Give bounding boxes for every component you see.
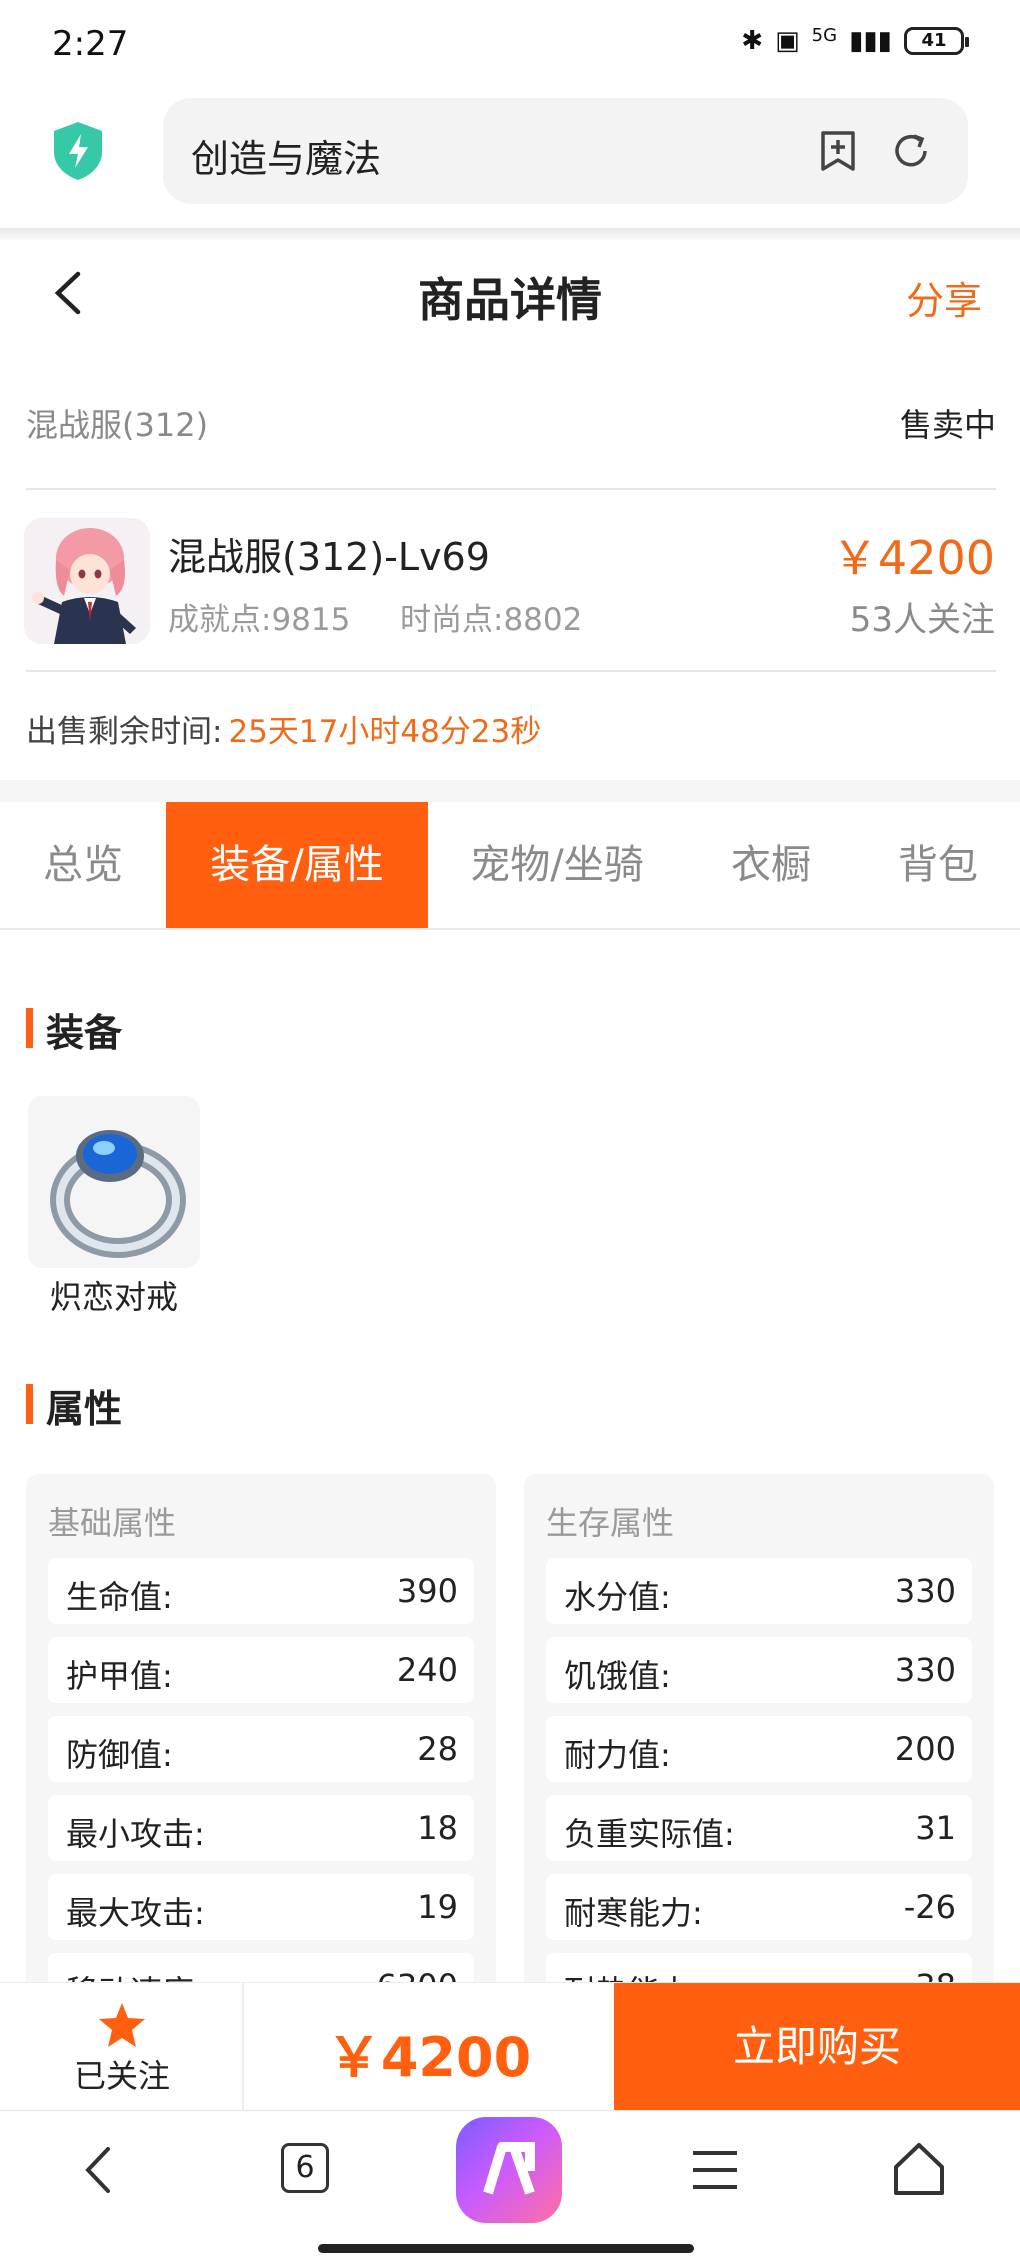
character-portrait-image bbox=[24, 518, 150, 644]
attribute-key: 生命值: bbox=[66, 1578, 173, 1616]
star-icon bbox=[99, 2003, 145, 2047]
attribute-value: 19 bbox=[417, 1888, 458, 1926]
signal-icon: ▮▮▮ bbox=[849, 26, 892, 56]
server-name: 混战服(312) bbox=[26, 406, 209, 444]
attribute-row: 最小攻击: 18 bbox=[48, 1795, 474, 1861]
bottom-price: ￥4200 bbox=[326, 2026, 532, 2089]
attribute-value: 240 bbox=[396, 1651, 458, 1689]
share-button[interactable]: 分享 bbox=[906, 270, 982, 325]
basic-attributes-panel: 基础属性 生命值: 390 护甲值: 240 防御值: 28 最小攻击: 18 最大攻击… bbox=[26, 1474, 496, 1994]
status-bar: 2:27 ✱ ▣ 5G ▮▮▮ 41 bbox=[0, 0, 1020, 90]
toolbar-shadow bbox=[0, 228, 1020, 240]
attribute-row: 负重实际值: 31 bbox=[546, 1795, 972, 1861]
menu-icon[interactable] bbox=[680, 2135, 750, 2205]
attributes-section-title: 属性 bbox=[26, 1378, 122, 1433]
refresh-icon[interactable] bbox=[890, 130, 932, 172]
attribute-key: 护甲值: bbox=[66, 1657, 173, 1695]
attribute-row: 耐寒能力: -26 bbox=[546, 1874, 972, 1940]
attribute-value: 28 bbox=[417, 1730, 458, 1768]
ai-logo-icon bbox=[483, 2142, 535, 2195]
tabs-count-button[interactable]: 6 bbox=[281, 2143, 329, 2193]
attribute-key: 饥饿值: bbox=[564, 1657, 671, 1695]
home-icon[interactable] bbox=[884, 2135, 954, 2205]
achievement-points: 成就点:9815 bbox=[168, 602, 351, 638]
attribute-value: 18 bbox=[417, 1809, 458, 1847]
tab-overview[interactable]: 总览 bbox=[0, 802, 166, 928]
follow-label: 已关注 bbox=[73, 2057, 170, 2095]
section-gap bbox=[0, 780, 1020, 802]
attribute-key: 耐力值: bbox=[564, 1736, 671, 1774]
attribute-key: 水分值: bbox=[564, 1578, 671, 1616]
ring-icon bbox=[50, 1130, 186, 1258]
survival-attributes-panel: 生存属性 水分值: 330 饥饿值: 330 耐力值: 200 负重实际值: 31 耐寒… bbox=[524, 1474, 994, 1994]
attribute-value: 330 bbox=[894, 1572, 956, 1610]
tab-wardrobe[interactable]: 衣橱 bbox=[686, 802, 856, 928]
browser-toolbar: 创造与魔法 bbox=[0, 90, 1020, 230]
address-text: 创造与魔法 bbox=[191, 137, 382, 181]
bookmark-add-icon[interactable] bbox=[818, 130, 858, 172]
attribute-value: 390 bbox=[396, 1572, 458, 1610]
remaining-time-row: 出售剩余时间: 25天17小时48分23秒 bbox=[26, 706, 541, 751]
attribute-row: 护甲值: 240 bbox=[48, 1637, 474, 1703]
status-time: 2:27 bbox=[52, 24, 129, 64]
attribute-key: 防御值: bbox=[66, 1736, 173, 1774]
detail-tabs: 总览 装备/属性 宠物/坐骑 衣橱 背包 bbox=[0, 802, 1020, 930]
attribute-value: 330 bbox=[894, 1651, 956, 1689]
equipment-item-card[interactable] bbox=[28, 1096, 200, 1268]
network-label: 5G bbox=[811, 24, 838, 46]
attribute-row: 防御值: 28 bbox=[48, 1716, 474, 1782]
panel-title: 生存属性 bbox=[546, 1504, 675, 1542]
equipment-item-name: 炽恋对戒 bbox=[49, 1278, 178, 1316]
fashion-points: 时尚点:8802 bbox=[400, 602, 583, 638]
divider bbox=[26, 488, 996, 490]
attribute-row: 耐力值: 200 bbox=[546, 1716, 972, 1782]
page-title: 商品详情 bbox=[418, 273, 602, 327]
purchase-action-bar: 已关注 ￥4200 立即购买 bbox=[0, 1982, 1020, 2111]
sale-status: 售卖中 bbox=[899, 406, 996, 444]
attribute-key: 最小攻击: bbox=[66, 1815, 205, 1853]
attribute-row: 生命值: 390 bbox=[48, 1558, 474, 1624]
tab-backpack[interactable]: 背包 bbox=[856, 802, 1020, 928]
product-name: 混战服(312)-Lv69 bbox=[168, 535, 490, 579]
attribute-row: 最大攻击: 19 bbox=[48, 1874, 474, 1940]
page-header: 商品详情 分享 bbox=[0, 240, 1020, 350]
tab-equipment-attributes[interactable]: 装备/属性 bbox=[166, 802, 428, 928]
panel-title: 基础属性 bbox=[48, 1504, 177, 1542]
tab-pets-mounts[interactable]: 宠物/坐骑 bbox=[428, 802, 686, 928]
attribute-row: 水分值: 330 bbox=[546, 1558, 972, 1624]
attribute-key: 负重实际值: bbox=[564, 1815, 735, 1853]
attribute-value: 31 bbox=[915, 1809, 956, 1847]
divider bbox=[26, 670, 996, 672]
follower-count: 53人关注 bbox=[849, 600, 995, 640]
attribute-row: 饥饿值: 330 bbox=[546, 1637, 972, 1703]
remaining-time-value: 25天17小时48分23秒 bbox=[228, 714, 542, 750]
remaining-time-label: 出售剩余时间: bbox=[26, 714, 223, 750]
buy-now-button[interactable]: 立即购买 bbox=[614, 1983, 1020, 2111]
equipment-section-title: 装备 bbox=[26, 1002, 122, 1057]
product-price: ￥4200 bbox=[831, 531, 995, 585]
attribute-value: -26 bbox=[903, 1888, 956, 1926]
attribute-key: 耐寒能力: bbox=[564, 1894, 703, 1932]
attribute-value: 200 bbox=[894, 1730, 956, 1768]
battery-icon: 41 bbox=[904, 27, 969, 55]
nav-back-icon[interactable] bbox=[66, 2135, 136, 2205]
ai-assistant-button[interactable] bbox=[456, 2117, 562, 2223]
status-icons: ✱ ▣ 5G ▮▮▮ 41 bbox=[741, 24, 969, 56]
address-bar[interactable]: 创造与魔法 bbox=[163, 98, 968, 204]
follow-button[interactable]: 已关注 bbox=[0, 1983, 244, 2111]
nfc-icon: ▣ bbox=[775, 26, 800, 56]
gesture-home-bar[interactable] bbox=[318, 2244, 694, 2253]
character-avatar bbox=[24, 518, 150, 644]
bluetooth-icon: ✱ bbox=[741, 26, 764, 56]
security-shield-icon[interactable] bbox=[50, 120, 106, 182]
attribute-key: 最大攻击: bbox=[66, 1894, 205, 1932]
